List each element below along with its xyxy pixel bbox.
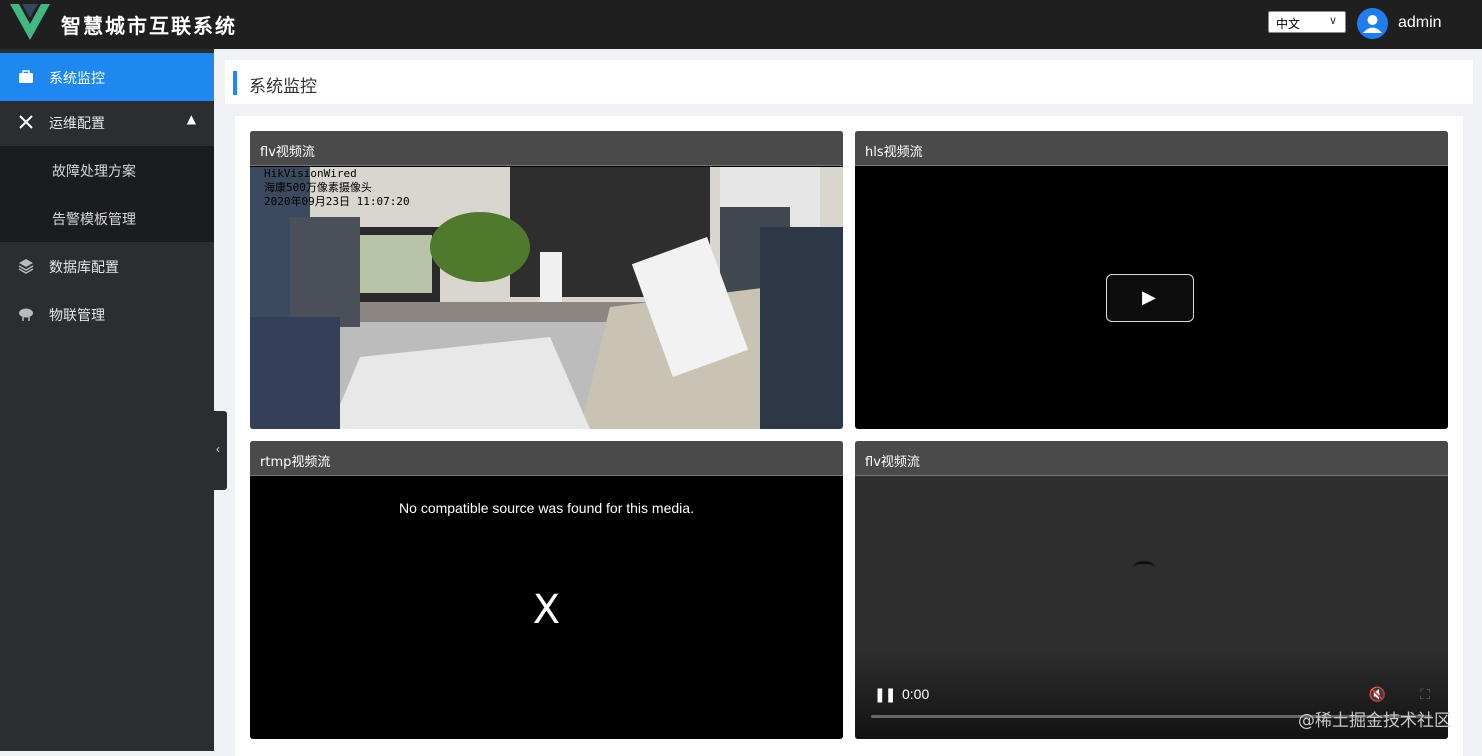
watermark: @稀土掘金技术社区 <box>1298 711 1451 731</box>
video-panel-flv-1: flv视频流 HikVisionWired 海康500万像素摄像头 2020年0… <box>250 131 843 429</box>
panel-header: flv视频流 <box>855 441 1448 476</box>
sidebar-item-label: 物联管理 <box>49 308 105 324</box>
sidebar-item-iot-management[interactable]: 物联管理 <box>0 290 214 338</box>
content-area: flv视频流 HikVisionWired 海康500万像素摄像头 2020年0… <box>235 116 1463 756</box>
sidebar-item-system-monitor[interactable]: 系统监控 <box>0 53 214 101</box>
sidebar-item-database-config[interactable]: 数据库配置 <box>0 242 214 290</box>
avatar[interactable] <box>1357 8 1388 39</box>
video-panel-hls: hls视频流 ▶ <box>855 131 1448 429</box>
page-header: 系统监控 <box>225 60 1473 104</box>
play-icon: ▶ <box>1142 287 1156 307</box>
sidebar-item-label: 告警模板管理 <box>52 212 136 228</box>
error-message: No compatible source was found for this … <box>399 500 694 516</box>
sidebar: 系统监控 运维配置 ▲ 故障处理方案 告警模板管理 数据库配置 物联管理 <box>0 49 214 751</box>
chevron-down-icon: ∨ <box>1328 14 1337 27</box>
chevron-up-icon: ▲ <box>186 112 196 126</box>
layers-icon <box>18 259 34 274</box>
briefcase-icon <box>19 70 33 83</box>
panel-header: hls视频流 <box>855 131 1448 166</box>
video-player[interactable]: No compatible source was found for this … <box>250 477 843 739</box>
panel-title: flv视频流 <box>865 455 920 470</box>
cloud-icon <box>19 308 33 321</box>
camera-osd-line: 2020年09月23日 11:07:20 <box>264 195 410 208</box>
video-player[interactable]: HikVisionWired 海康500万像素摄像头 2020年09月23日 1… <box>250 167 843 429</box>
panel-title: flv视频流 <box>260 145 315 160</box>
camera-osd-text: HikVisionWired 海康500万像素摄像头 2020年09月23日 1… <box>264 167 410 209</box>
page-title: 系统监控 <box>249 77 317 97</box>
title-accent-bar <box>233 71 237 95</box>
panel-title: hls视频流 <box>865 145 923 160</box>
panel-header: flv视频流 <box>250 131 843 166</box>
video-player[interactable]: ❚❚ 0:00 🔇 ⛶ <box>855 477 1448 739</box>
loading-spinner-icon <box>1133 561 1155 574</box>
camera-osd-line: HikVisionWired <box>264 167 357 180</box>
error-close-icon[interactable]: X <box>250 587 843 633</box>
panel-title: rtmp视频流 <box>260 455 331 470</box>
panel-header: rtmp视频流 <box>250 441 843 476</box>
sidebar-item-fault-handling[interactable]: 故障处理方案 <box>0 146 214 194</box>
pause-icon[interactable]: ❚❚ <box>874 686 896 703</box>
username[interactable]: admin <box>1398 14 1442 32</box>
mute-icon[interactable]: 🔇 <box>1369 686 1386 703</box>
language-value: 中文 <box>1276 17 1301 31</box>
fullscreen-icon[interactable]: ⛶ <box>1420 686 1430 703</box>
sidebar-item-label: 系统监控 <box>49 71 105 87</box>
top-bar: 智慧城市互联系统 中文 ∨ admin <box>0 0 1482 49</box>
sidebar-item-label: 数据库配置 <box>49 260 119 276</box>
video-panel-rtmp: rtmp视频流 No compatible source was found f… <box>250 441 843 739</box>
vue-logo-icon <box>10 4 50 40</box>
app-title: 智慧城市互联系统 <box>61 14 237 38</box>
sidebar-item-label: 运维配置 <box>49 116 105 132</box>
chevron-left-icon: ‹ <box>216 442 220 456</box>
language-select[interactable]: 中文 ∨ <box>1268 11 1346 33</box>
sidebar-item-ops-config[interactable]: 运维配置 ▲ <box>0 98 214 146</box>
play-button[interactable]: ▶ <box>1106 274 1194 322</box>
sidebar-item-alarm-template[interactable]: 告警模板管理 <box>0 194 214 242</box>
video-player[interactable]: ▶ <box>855 167 1448 429</box>
current-time: 0:00 <box>902 686 930 702</box>
sidebar-item-label: 故障处理方案 <box>52 164 136 180</box>
sidebar-collapse-button[interactable]: ‹ <box>214 411 227 490</box>
tools-icon <box>19 115 33 129</box>
camera-osd-line: 海康500万像素摄像头 <box>264 181 372 194</box>
user-icon <box>1363 15 1382 33</box>
video-panel-flv-2: flv视频流 ❚❚ 0:00 🔇 ⛶ <box>855 441 1448 739</box>
